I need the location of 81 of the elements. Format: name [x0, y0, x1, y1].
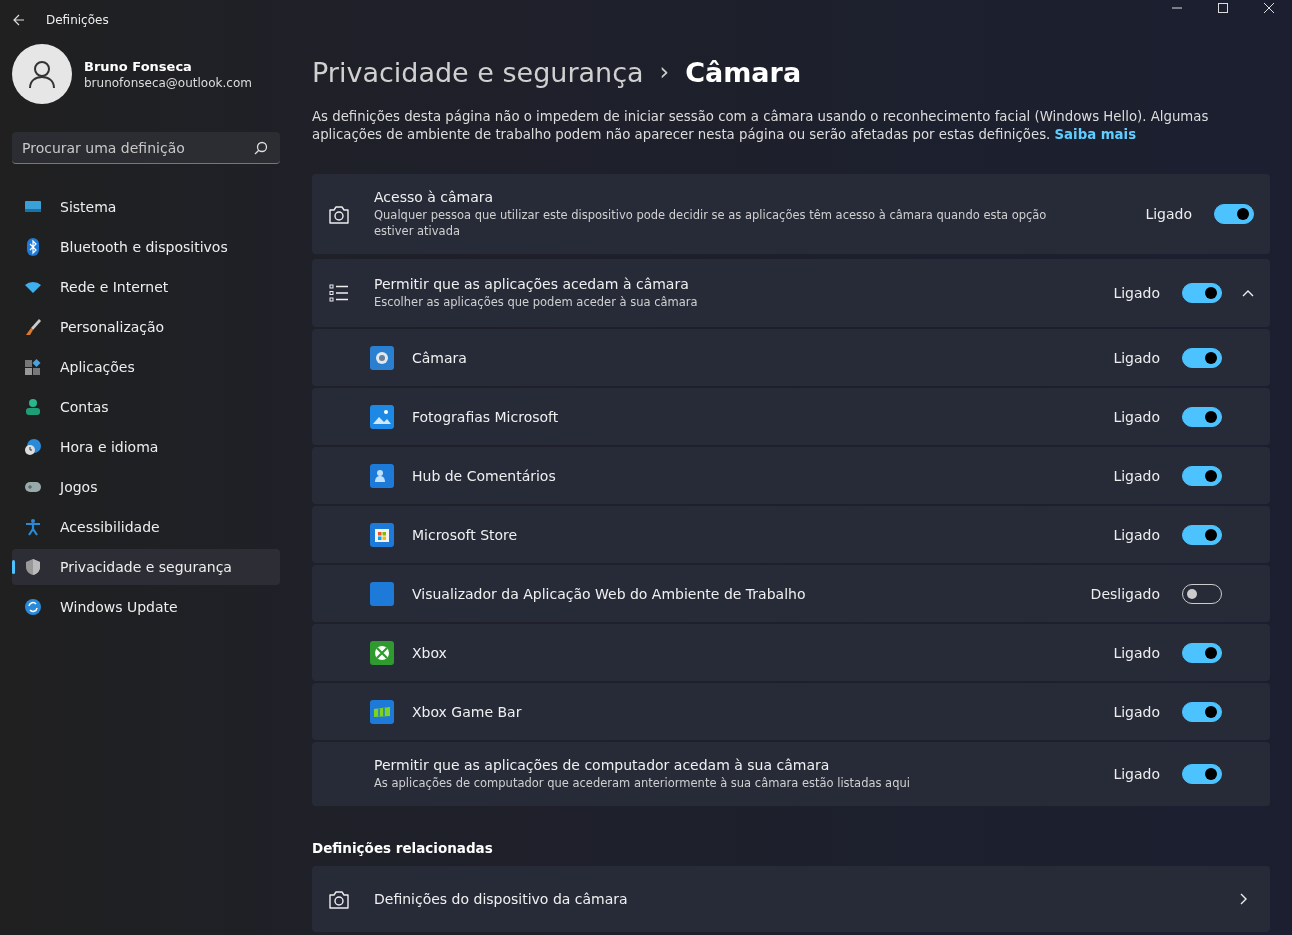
- toggle-state-label: Ligado: [1145, 206, 1192, 222]
- accessibility-icon: [24, 518, 42, 536]
- settings-link-card[interactable]: Definições do dispositivo da câmara: [312, 866, 1270, 932]
- chevron-up-icon: [1242, 289, 1254, 297]
- toggle-switch[interactable]: [1182, 283, 1222, 303]
- apps-icon: [24, 358, 42, 376]
- toggle-switch[interactable]: [1182, 406, 1222, 427]
- back-arrow-icon: [13, 14, 25, 26]
- blank-app-icon: [370, 581, 394, 606]
- learn-more-link[interactable]: Saiba mais: [1054, 127, 1137, 142]
- breadcrumb-link[interactable]: Privacidade e segurança: [312, 56, 644, 88]
- setting-title: Xbox Game Bar: [412, 703, 523, 720]
- toggle-switch[interactable]: [1182, 642, 1222, 663]
- store-app-icon: [370, 522, 394, 547]
- selection-indicator: [12, 560, 15, 574]
- setting-title: Xbox: [412, 644, 448, 661]
- setting-description: As aplicações de computador que acederam anteriormente à sua câmara estão listadas aqui: [374, 775, 911, 791]
- sidebar-item[interactable]: Aplicações: [12, 349, 280, 385]
- toggle-switch[interactable]: [1182, 524, 1222, 545]
- shield-icon: [24, 558, 42, 576]
- intro-text: As definições desta página não o impedem de iniciar sessão com a câmara usando o reconhecimento facial (Windows Hello). Algumas aplicações de ambiente de trabalho podem não aparecer nesta página ou serão afetadas por estas definições. Saiba mais: [312, 108, 1210, 144]
- game-bar-app-icon: [370, 699, 394, 724]
- toggle-state-label: Ligado: [1113, 644, 1160, 661]
- sidebar-item[interactable]: Acessibilidade: [12, 509, 280, 545]
- sidebar-item[interactable]: Hora e idioma: [12, 429, 280, 465]
- sidebar-item[interactable]: Rede e Internet: [12, 269, 280, 305]
- brush-icon: [24, 318, 42, 336]
- section-heading: Definições relacionadas: [312, 840, 494, 856]
- sidebar-item[interactable]: Jogos: [12, 469, 280, 505]
- toggle-state-label: Ligado: [1113, 285, 1160, 301]
- account-name: Bruno Fonseca: [84, 58, 193, 74]
- maximize-icon: [1218, 3, 1228, 13]
- setting-title: Microsoft Store: [412, 526, 519, 543]
- toggle-state-label: Ligado: [1113, 408, 1160, 425]
- page-title: Câmara: [685, 56, 802, 88]
- setting-description: Qualquer pessoa que utilizar este dispositivo pode decidir se as aplicações têm acesso à câmara quando esta opção estiver ativada: [374, 207, 1048, 239]
- toggle-state-label: Ligado: [1113, 766, 1160, 782]
- xbox-app-icon: [370, 640, 394, 665]
- toggle-switch[interactable]: [1182, 465, 1222, 486]
- camera-app-icon: [370, 345, 394, 370]
- setting-title: Visualizador da Aplicação Web do Ambiente de Trabalho: [412, 585, 807, 602]
- list-icon: [328, 283, 350, 303]
- toggle-switch[interactable]: [1182, 347, 1222, 368]
- toggle-switch[interactable]: [1214, 204, 1254, 224]
- setting-title: Acesso à câmara: [374, 189, 495, 205]
- setting-title: Fotografias Microsoft: [412, 408, 560, 425]
- sidebar-item[interactable]: Personalização: [12, 309, 280, 345]
- person-silhouette-icon: [27, 59, 57, 89]
- photos-app-icon: [370, 404, 394, 429]
- window-title: Definições: [46, 13, 109, 27]
- camera-icon: [328, 204, 350, 224]
- setting-title: Permitir que as aplicações de computador acedam à sua câmara: [374, 757, 831, 773]
- toggle-state-label: Ligado: [1113, 467, 1160, 484]
- toggle-state-label: Ligado: [1113, 526, 1160, 543]
- bluetooth-icon: [24, 238, 42, 256]
- search-field[interactable]: Procurar uma definição: [12, 132, 280, 164]
- sidebar-item[interactable]: Contas: [12, 389, 280, 425]
- close-icon: [1264, 3, 1274, 13]
- toggle-state-label: Desligado: [1090, 585, 1160, 602]
- setting-title: Permitir que as aplicações acedam à câmara: [374, 276, 690, 292]
- search-icon: [254, 141, 268, 155]
- feedback-hub-app-icon: [370, 463, 394, 488]
- update-icon: [24, 598, 42, 616]
- setting-title: Câmara: [412, 349, 468, 366]
- sidebar-item[interactable]: Windows Update: [12, 589, 280, 625]
- breadcrumb-separator: ›: [659, 58, 670, 86]
- toggle-switch[interactable]: [1182, 764, 1222, 784]
- camera-icon: [328, 889, 350, 909]
- setting-title: Hub de Comentários: [412, 467, 557, 484]
- toggle-state-label: Ligado: [1113, 703, 1160, 720]
- toggle-switch[interactable]: [1182, 701, 1222, 722]
- toggle-state-label: Ligado: [1113, 349, 1160, 366]
- clock-icon: [24, 438, 42, 456]
- setting-description: Escolher as aplicações que podem aceder à sua câmara: [374, 294, 699, 310]
- sidebar-item[interactable]: Privacidade e segurança: [12, 549, 280, 585]
- person-icon: [24, 398, 42, 416]
- chevron-right-icon: [1240, 893, 1248, 905]
- sidebar-item[interactable]: Sistema: [12, 189, 280, 225]
- sidebar-item[interactable]: Bluetooth e dispositivos: [12, 229, 280, 265]
- back-button[interactable]: [12, 13, 26, 27]
- account-email: brunofonseca@outlook.com: [84, 75, 252, 90]
